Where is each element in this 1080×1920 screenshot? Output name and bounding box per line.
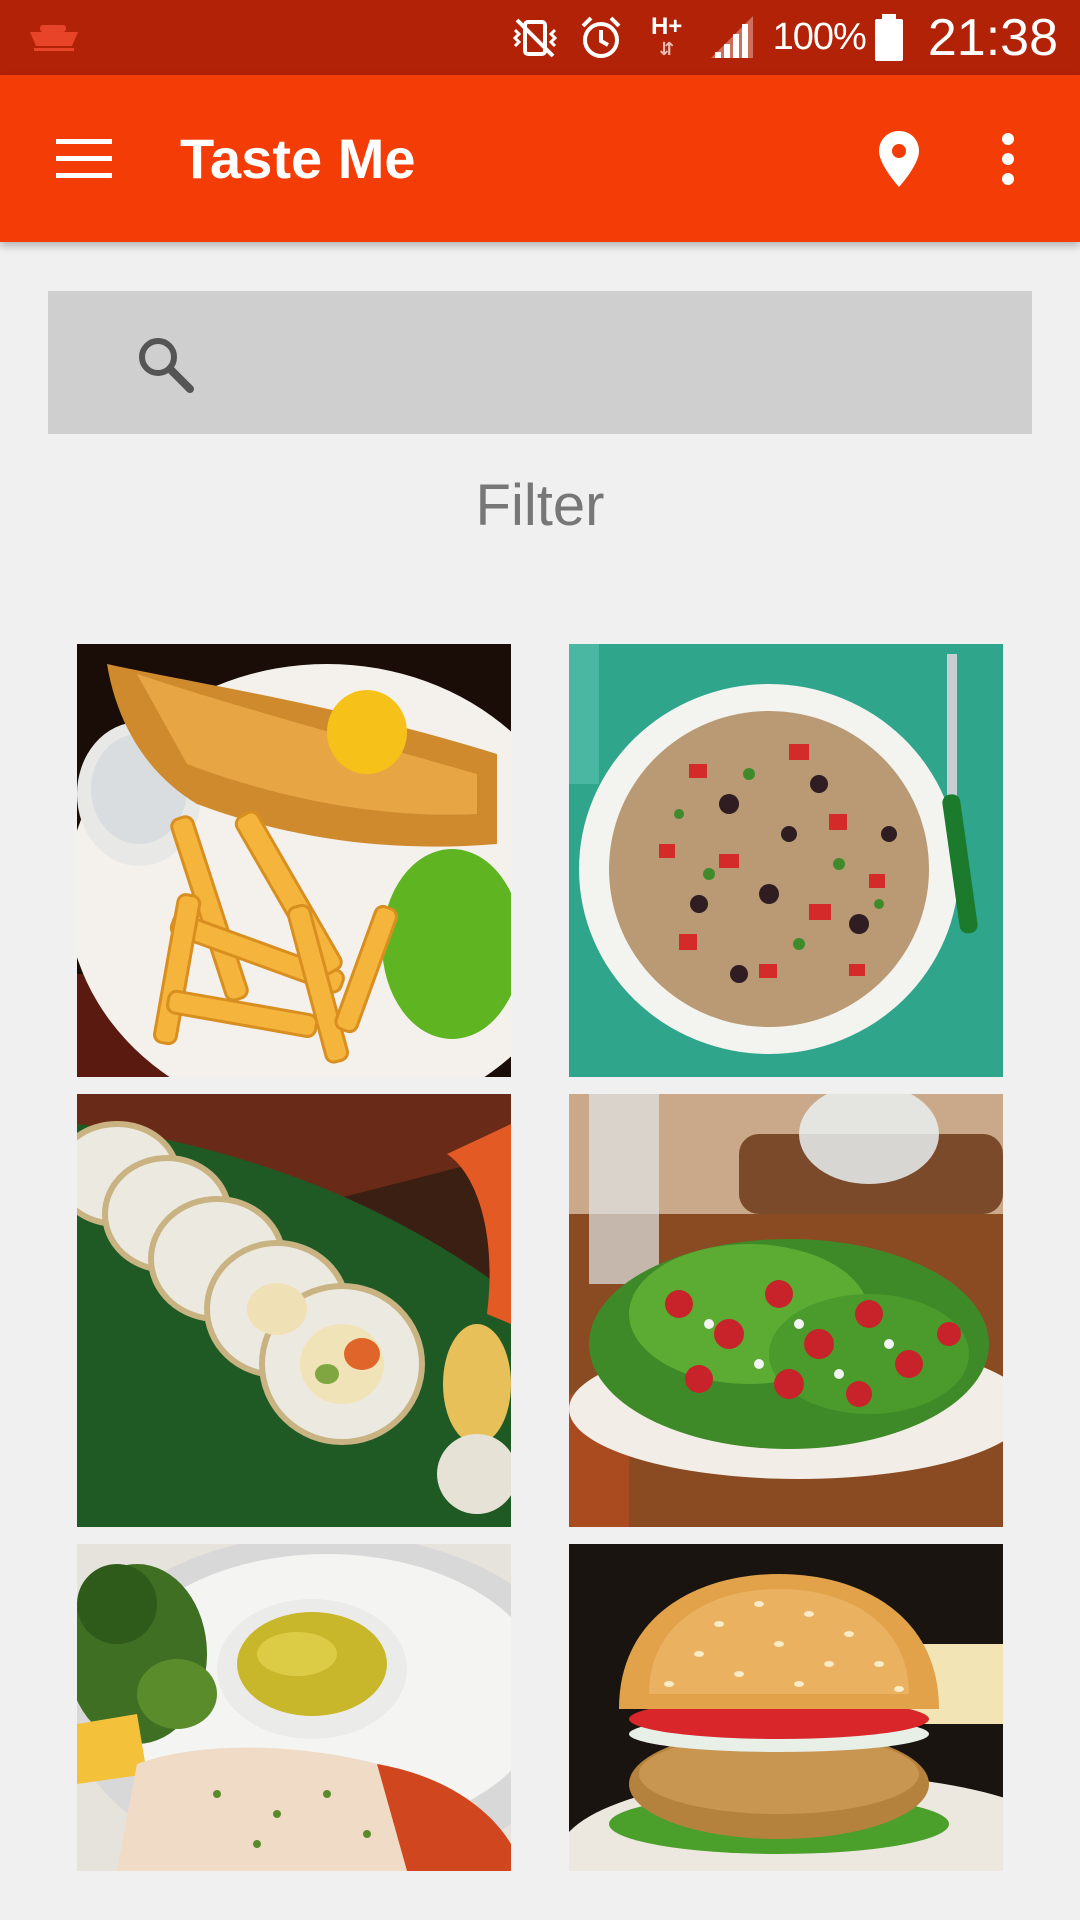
battery-icon	[872, 12, 906, 64]
filter-button[interactable]: Filter	[0, 472, 1080, 539]
search-bar[interactable]	[48, 291, 1032, 434]
clock: 21:38	[927, 8, 1058, 67]
status-bar: H+ ⇵ 100% 21:38	[0, 0, 1080, 75]
location-pin-icon	[879, 131, 919, 187]
search-input[interactable]	[218, 323, 1008, 403]
menu-icon	[56, 139, 112, 178]
food-item-fish-and-chips[interactable]	[77, 644, 511, 1077]
vibrate-off-icon	[509, 12, 561, 64]
location-button[interactable]	[866, 118, 932, 200]
network-type-icon: H+ ⇵	[650, 12, 683, 59]
food-item-burger[interactable]	[569, 1544, 1003, 1871]
rice-salad-image	[569, 644, 1003, 1077]
food-item-green-salad[interactable]	[569, 1094, 1003, 1527]
overflow-menu-button[interactable]	[978, 118, 1038, 200]
lobster-image	[77, 1544, 511, 1871]
notification-icon	[26, 20, 82, 54]
menu-button[interactable]	[40, 118, 128, 200]
food-item-sushi-rolls[interactable]	[77, 1094, 511, 1527]
battery-percent: 100%	[772, 16, 867, 58]
fish-and-chips-image	[77, 644, 511, 1077]
food-item-lobster[interactable]	[77, 1544, 511, 1871]
sushi-rolls-image	[77, 1094, 511, 1527]
overflow-menu-icon	[1002, 133, 1014, 185]
app-title: Taste Me	[180, 127, 416, 190]
food-item-rice-salad[interactable]	[569, 644, 1003, 1077]
burger-image	[569, 1544, 1003, 1871]
green-salad-image	[569, 1094, 1003, 1527]
app-bar: Taste Me	[0, 75, 1080, 242]
signal-icon	[707, 12, 759, 64]
search-icon	[139, 338, 194, 393]
alarm-icon	[575, 12, 627, 64]
